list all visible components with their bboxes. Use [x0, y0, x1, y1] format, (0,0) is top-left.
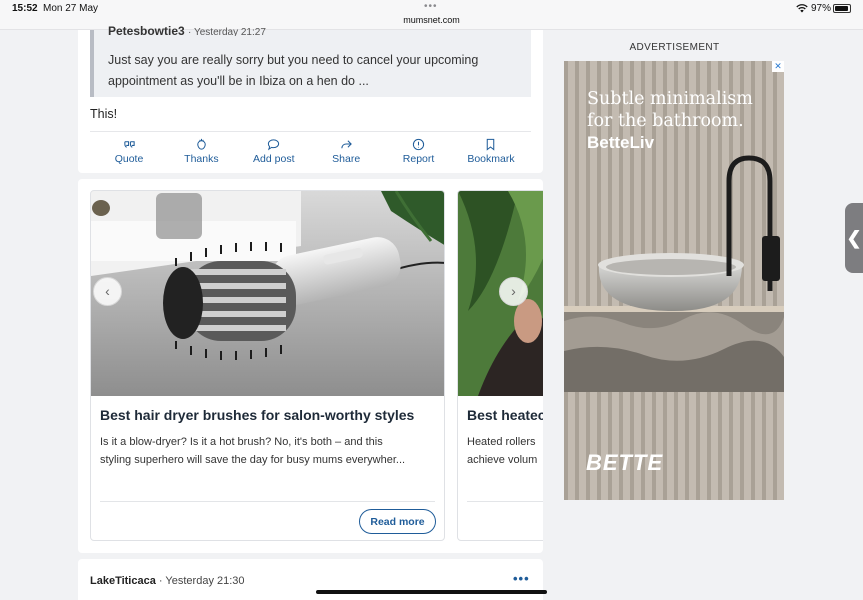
article-description: Is it a blow-dryer? Is it a hot brush? N… — [100, 436, 406, 466]
battery-percent: 97% — [811, 3, 832, 14]
divider — [100, 501, 435, 502]
carousel-next-button[interactable]: › — [499, 277, 528, 306]
quote-author: Petesbowtie3 · Yesterday 21:27 — [108, 24, 266, 36]
carousel-prev-button[interactable]: ‹ — [93, 277, 122, 306]
more-options-icon[interactable]: ••• — [513, 571, 530, 586]
status-time: 15:52 — [12, 3, 38, 14]
quote-text: Just say you are really sorry but you ne… — [108, 53, 479, 88]
divider — [467, 501, 543, 502]
ad-close-icon[interactable]: ✕ — [772, 61, 784, 72]
info-icon — [412, 138, 425, 151]
article-card[interactable]: › Best heatec Heated rollers achieve vol… — [457, 190, 543, 541]
wifi-icon — [796, 4, 808, 13]
post-time: · Yesterday 21:30 — [155, 575, 245, 587]
share-button[interactable]: Share — [318, 138, 374, 169]
post-author[interactable]: LakeTiticaca · Yesterday 21:30 — [90, 575, 245, 587]
advertisement-banner[interactable]: ✕ Subtle minimalism for the bathroom. Be… — [564, 61, 784, 500]
quote-block: Petesbowtie3 · Yesterday 21:27 Just say … — [90, 24, 531, 97]
bookmark-icon — [487, 138, 495, 151]
article-description: Heated rollers achieve volum — [467, 436, 538, 466]
bette-logo: BETTE — [586, 450, 664, 475]
article-title[interactable]: Best heatec — [467, 407, 543, 423]
article-carousel: ‹ Best hair dryer brushes for salon-wort… — [78, 179, 543, 553]
post-actions: Quote Thanks Add post Share Report Bookm… — [90, 131, 531, 169]
home-indicator[interactable] — [316, 590, 547, 594]
status-date: Mon 27 May — [43, 3, 99, 14]
slide-over-handle-icon[interactable]: ❮ — [845, 203, 863, 273]
quote-icon — [123, 141, 135, 148]
comment-icon — [268, 139, 280, 151]
article-card[interactable]: ‹ Best hair dryer brushes for salon-wort… — [90, 190, 445, 541]
add-post-button[interactable]: Add post — [246, 138, 302, 169]
read-more-button[interactable]: Read more — [359, 509, 436, 534]
thanks-button[interactable]: Thanks — [173, 138, 229, 169]
report-button[interactable]: Report — [391, 138, 447, 169]
advertisement-label: ADVERTISEMENT — [629, 42, 720, 53]
bookmark-button[interactable]: Bookmark — [463, 138, 519, 169]
article-title[interactable]: Best hair dryer brushes for salon-worthy… — [100, 407, 414, 423]
ad-headline: Subtle minimalism for the bathroom. — [587, 89, 753, 131]
hair-dryer-brush-image — [91, 191, 444, 396]
thanks-icon — [197, 138, 206, 150]
multitasking-dots-icon[interactable]: ••• — [424, 1, 438, 12]
battery-icon — [833, 4, 851, 13]
quote-time: · Yesterday 21:27 — [188, 27, 266, 36]
post-card: Petesbowtie3 · Yesterday 21:27 Just say … — [78, 24, 543, 173]
ad-brand-subline: BetteLiv — [587, 133, 655, 152]
post-body: This! — [90, 107, 118, 121]
share-icon — [341, 140, 352, 149]
quote-button[interactable]: Quote — [101, 138, 157, 169]
